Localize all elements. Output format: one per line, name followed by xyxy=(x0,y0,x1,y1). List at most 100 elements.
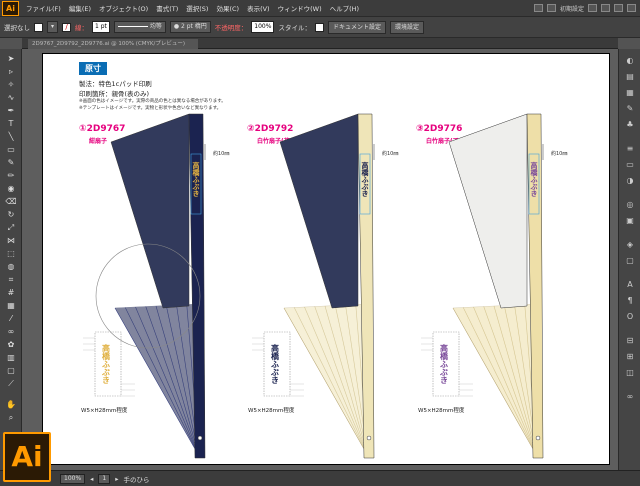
brushes-icon[interactable]: ✎ xyxy=(623,103,637,114)
menu-file[interactable]: ファイル(F) xyxy=(22,3,65,13)
document-tab[interactable]: 2D9767_2D9792_2D9776.ai @ 100% (CMYK/プレビ… xyxy=(28,39,198,49)
stroke-swatch[interactable]: / xyxy=(62,22,72,32)
rectangle-icon[interactable]: ▭ xyxy=(3,144,19,155)
graph-icon[interactable]: ▥ xyxy=(3,352,19,363)
stroke-weight-field[interactable]: 1 pt xyxy=(92,21,110,33)
menu-type[interactable]: 書式(T) xyxy=(152,3,182,13)
paragraph-icon[interactable]: ¶ xyxy=(623,295,637,306)
layers-icon[interactable]: ◈ xyxy=(623,239,637,250)
transform-icon[interactable]: ⊞ xyxy=(623,351,637,362)
blob-brush-icon[interactable]: ◉ xyxy=(3,183,19,194)
search-icon[interactable] xyxy=(588,4,597,12)
fan-3-print-text: 高橋ふぶき xyxy=(530,161,539,198)
appearance-icon[interactable]: ◎ xyxy=(623,199,637,210)
perspective-icon[interactable]: ⌗ xyxy=(3,274,19,285)
swatches-icon[interactable]: ▦ xyxy=(623,87,637,98)
illustrator-logo-icon: Ai xyxy=(3,432,51,482)
arrange-documents-icon[interactable] xyxy=(546,4,556,12)
width-icon[interactable]: ⋈ xyxy=(3,235,19,246)
minimize-icon[interactable] xyxy=(601,4,610,12)
product-2-dimension: 約10㎜ xyxy=(382,151,399,157)
fan-2-print-text: 高橋ふぶき xyxy=(361,161,370,198)
artboard[interactable]: 原寸 製法：特色1cパッド印刷 印刷箇所：親骨(表のみ) ※画面の色はイメージで… xyxy=(42,53,610,465)
pathfinder-icon[interactable]: ◫ xyxy=(623,367,637,378)
type-icon[interactable]: T xyxy=(3,118,19,129)
zoom-icon[interactable]: ⌕ xyxy=(3,412,19,423)
paintbrush-icon[interactable]: ✎ xyxy=(3,157,19,168)
close-icon[interactable] xyxy=(627,4,636,12)
links-icon[interactable]: ∞ xyxy=(623,391,637,402)
symbol-sprayer-icon[interactable]: ✿ xyxy=(3,339,19,350)
hand-icon[interactable]: ✋ xyxy=(3,399,19,410)
slice-icon[interactable]: ⟋ xyxy=(3,378,19,389)
fill-swatch[interactable] xyxy=(34,22,43,32)
fan-1-print-text: 高橋ふぶき xyxy=(192,161,201,198)
next-artboard-icon[interactable]: ▸ xyxy=(115,475,118,483)
stroke-style-dropdown[interactable]: 均等 xyxy=(113,21,166,33)
brush-dropdown[interactable]: ● 2 pt 楕円 xyxy=(169,21,211,33)
menu-object[interactable]: オブジェクト(O) xyxy=(95,3,152,13)
fan-1-ribs-area xyxy=(114,303,200,457)
fan-1-leaf xyxy=(110,113,190,309)
direct-selection-icon[interactable]: ▹ xyxy=(3,66,19,77)
fan-1-preview-text: 高橋ふぶき xyxy=(101,343,111,384)
color-guide-icon[interactable]: ▤ xyxy=(623,71,637,82)
character-icon[interactable]: A xyxy=(623,279,637,290)
symbols-icon[interactable]: ♣ xyxy=(623,119,637,130)
stroke-icon[interactable]: ≡ xyxy=(623,143,637,154)
preferences-button[interactable]: 環境設定 xyxy=(389,20,424,34)
prev-artboard-icon[interactable]: ◂ xyxy=(90,475,93,483)
artboards-panel-icon[interactable]: ▢ xyxy=(623,255,637,266)
lasso-icon[interactable]: ∿ xyxy=(3,92,19,103)
menu-view[interactable]: 表示(V) xyxy=(243,3,274,13)
maximize-icon[interactable] xyxy=(614,4,623,12)
menu-select[interactable]: 選択(S) xyxy=(182,3,212,13)
fill-dropdown[interactable]: ▾ xyxy=(47,21,59,33)
style-label: スタイル： xyxy=(278,24,311,32)
menu-effect[interactable]: 効果(C) xyxy=(212,3,243,13)
menu-window[interactable]: ウィンドウ(W) xyxy=(274,3,326,13)
canvas-area[interactable]: 原寸 製法：特色1cパッド印刷 印刷箇所：親骨(表のみ) ※画面の色はイメージで… xyxy=(22,49,618,470)
opentype-icon[interactable]: O xyxy=(623,311,637,322)
fan-3-preview-text: 高橋ふぶき xyxy=(439,343,449,384)
free-transform-icon[interactable]: ⬚ xyxy=(3,248,19,259)
product-2-print-size: W5×H28mm程度 xyxy=(248,408,295,414)
document-settings-button[interactable]: ドキュメント設定 xyxy=(327,20,386,34)
eraser-icon[interactable]: ⌫ xyxy=(3,196,19,207)
gradient-icon[interactable]: ▦ xyxy=(3,300,19,311)
artboard-number-field[interactable]: 1 xyxy=(98,473,111,484)
opacity-field[interactable]: 100% xyxy=(251,21,275,33)
graphic-styles-icon[interactable]: ▣ xyxy=(623,215,637,226)
artboard-icon[interactable]: ▢ xyxy=(3,365,19,376)
control-bar: 選択なし ▾ / 線： 1 pt 均等 ● 2 pt 楕円 不透明度： 100%… xyxy=(0,17,640,38)
stroke-label: 線： xyxy=(75,24,89,32)
workspace-switcher[interactable]: 初期設定 xyxy=(560,4,584,13)
line-icon[interactable]: ╲ xyxy=(3,131,19,142)
scale-icon[interactable]: ⤢ xyxy=(3,222,19,233)
align-icon[interactable]: ⊟ xyxy=(623,335,637,346)
menu-right-group: 初期設定 xyxy=(533,4,640,13)
menu-help[interactable]: ヘルプ(H) xyxy=(326,3,363,13)
selection-icon[interactable]: ➤ xyxy=(3,53,19,64)
fan-2-pivot xyxy=(366,435,372,441)
current-tool-status: 手のひら xyxy=(123,475,150,484)
pencil-icon[interactable]: ✏ xyxy=(3,170,19,181)
opacity-label: 不透明度： xyxy=(214,24,248,32)
selection-status: 選択なし xyxy=(4,24,30,32)
transparency-icon[interactable]: ◑ xyxy=(623,175,637,186)
eyedropper-icon[interactable]: ⁄ xyxy=(3,313,19,324)
shape-builder-icon[interactable]: ◍ xyxy=(3,261,19,272)
stroke-style-value: 均等 xyxy=(149,23,162,30)
rotate-icon[interactable]: ↻ xyxy=(3,209,19,220)
mesh-icon[interactable]: # xyxy=(3,287,19,298)
brush-value: 2 pt 楕円 xyxy=(181,23,207,30)
zoom-field[interactable]: 100% xyxy=(60,473,86,484)
blend-icon[interactable]: ∞ xyxy=(3,326,19,337)
magic-wand-icon[interactable]: ✧ xyxy=(3,79,19,90)
bridge-icon[interactable] xyxy=(533,4,543,12)
color-icon[interactable]: ◐ xyxy=(623,55,637,66)
graphic-style-swatch[interactable] xyxy=(314,22,324,32)
gradient-panel-icon[interactable]: ▭ xyxy=(623,159,637,170)
pen-icon[interactable]: ✒ xyxy=(3,105,19,116)
menu-edit[interactable]: 編集(E) xyxy=(65,3,95,13)
